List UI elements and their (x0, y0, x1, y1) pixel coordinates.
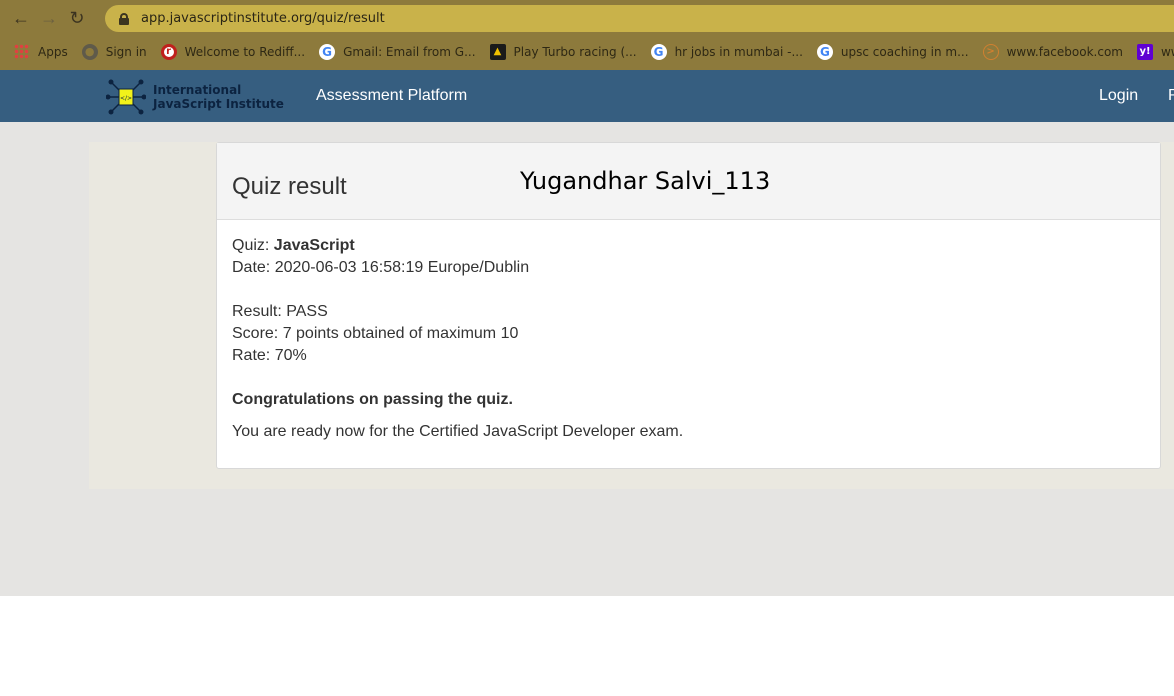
url-text[interactable]: app.javascriptinstitute.org/quiz/result (141, 11, 385, 26)
card-header: Quiz result Yugandhar Salvi_113 (217, 143, 1160, 220)
quiz-result-card: Quiz result Yugandhar Salvi_113 Quiz: Ja… (216, 142, 1161, 469)
bookmark-label: upsc coaching in m... (840, 44, 969, 59)
globe-icon: ● (81, 43, 98, 60)
card-body: Quiz: JavaScript Date: 2020-06-03 16:58:… (232, 235, 683, 443)
yahoo-icon: y! (1136, 43, 1153, 60)
bookmark-turbo-racing[interactable]: ▲ Play Turbo racing (... (489, 43, 637, 60)
bookmark-label: hr jobs in mumbai -... (674, 44, 803, 59)
google-icon: G (650, 43, 667, 60)
score-line: Score: 7 points obtained of maximum 10 (232, 325, 519, 342)
reload-icon[interactable]: ↻ (63, 5, 91, 33)
facebook-icon: > (982, 43, 999, 60)
bookmark-label: Apps (38, 44, 68, 59)
page-title: Quiz result (232, 173, 347, 200)
bookmark-sign-in[interactable]: ● Sign in (81, 43, 147, 60)
bookmark-apps[interactable]: Apps (14, 43, 68, 60)
ready-message: You are ready now for the Certified Java… (232, 423, 684, 440)
page-bottom (0, 596, 1174, 696)
address-bar-row: ← → ↻ app.javascriptinstitute.org/quiz/r… (0, 0, 1174, 37)
brand-link[interactable]: Assessment Platform (316, 87, 467, 105)
bookmark-hr-jobs[interactable]: Ghr jobs in mumbai -... (650, 43, 803, 60)
logo-text: International JavaScript Institute (153, 83, 284, 111)
congrats-message: Congratulations on passing the quiz. (232, 391, 513, 408)
bookmark-label: Gmail: Email from G... (343, 44, 476, 59)
bookmark-gmail[interactable]: G Gmail: Email from G... (319, 43, 476, 60)
bookmark-label: Sign in (105, 44, 147, 59)
apps-grid-icon (14, 43, 30, 60)
back-arrow-icon[interactable]: ← (7, 5, 35, 33)
bookmark-upsc[interactable]: Gupsc coaching in m... (816, 43, 969, 60)
turbo-icon: ▲ (489, 43, 506, 60)
bookmark-label: www.facebook.com (1006, 44, 1123, 59)
date-line: Date: 2020-06-03 16:58:19 Europe/Dublin (232, 259, 530, 276)
url-bar[interactable]: app.javascriptinstitute.org/quiz/result (105, 5, 1174, 32)
result-line: Result: PASS (232, 303, 328, 320)
logo-line-2: JavaScript Institute (153, 97, 284, 111)
bookmark-label: Play Turbo racing (... (513, 44, 637, 59)
bookmark-label: Welcome to Rediff... (184, 44, 306, 59)
google-icon: G (816, 43, 833, 60)
site-logo[interactable]: </> International JavaScript Institute (106, 77, 286, 117)
bookmarks-bar: Apps ● Sign in r Welcome to Rediff... G Gma… (0, 37, 1174, 66)
quiz-line: Quiz: JavaScript (232, 235, 683, 257)
rediff-icon: r (160, 43, 177, 60)
candidate-name: Yugandhar Salvi_113 (520, 167, 771, 195)
bookmark-rediff[interactable]: r Welcome to Rediff... (160, 43, 306, 60)
logo-network-icon: </> (106, 79, 146, 115)
logo-line-1: International (153, 83, 242, 97)
forward-arrow-icon[interactable]: → (35, 5, 63, 33)
lock-icon (119, 12, 129, 25)
login-link[interactable]: Login (1099, 87, 1138, 105)
quiz-name: JavaScript (273, 237, 355, 254)
google-icon: G (319, 43, 336, 60)
svg-text:</>: </> (120, 95, 132, 102)
browser-chrome: ← → ↻ app.javascriptinstitute.org/quiz/r… (0, 0, 1174, 70)
quiz-label: Quiz: (232, 237, 274, 254)
bookmark-rediffmail[interactable]: y! wwwrediffmail... (1136, 43, 1174, 60)
nav-link-truncated[interactable]: R (1168, 87, 1174, 105)
bookmark-label: wwwrediffmail... (1160, 44, 1174, 59)
site-header: </> International JavaScript Institute A… (0, 70, 1174, 122)
bookmark-facebook[interactable]: > www.facebook.com (982, 43, 1123, 60)
rate-line: Rate: 70% (232, 347, 307, 364)
